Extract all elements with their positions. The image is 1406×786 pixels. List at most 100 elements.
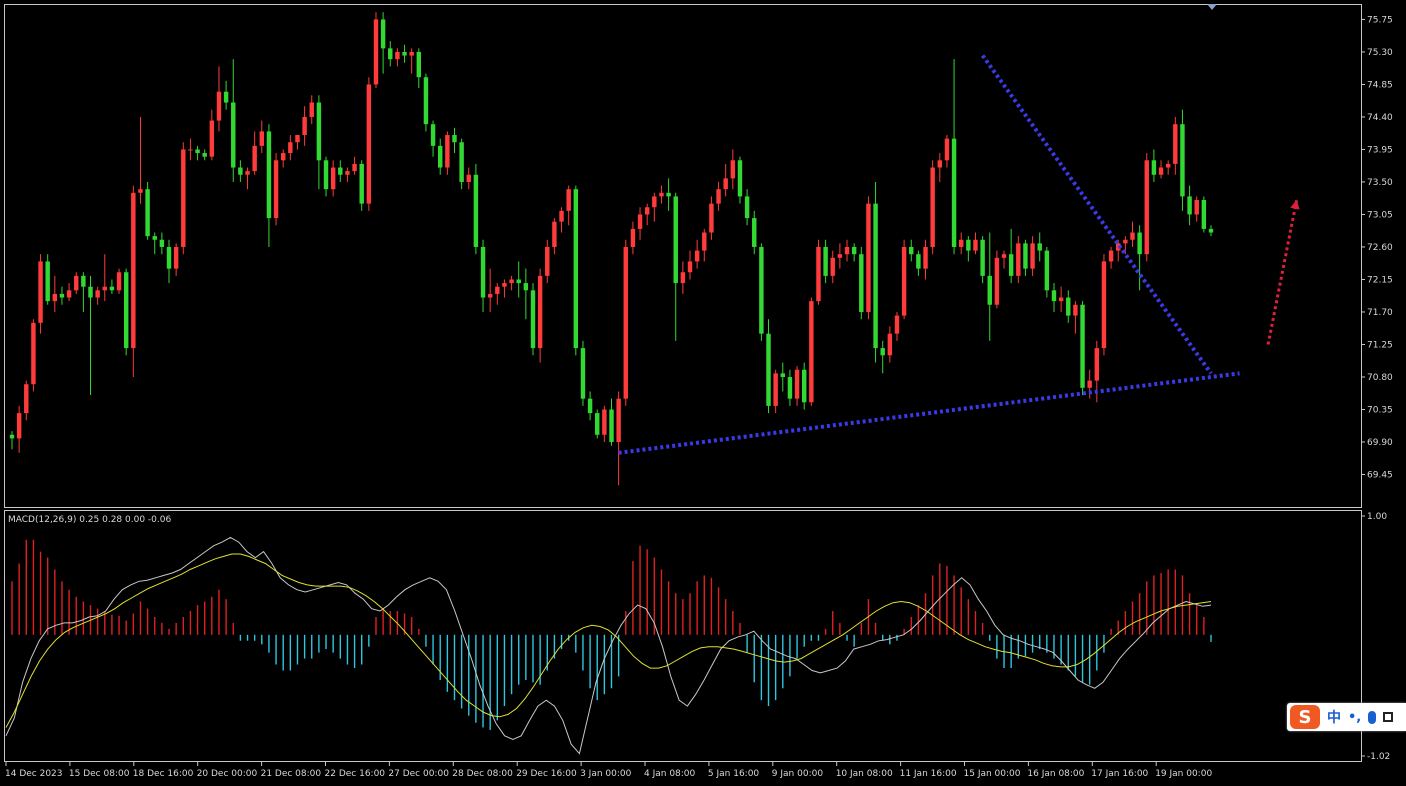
candle-body	[766, 333, 771, 406]
price-panel-frame	[4, 4, 1362, 508]
candle-body	[423, 77, 429, 125]
candle-body	[1108, 250, 1114, 262]
price-axis-label: 71.25	[1367, 340, 1393, 350]
support-trendline[interactable]	[618, 371, 1240, 455]
candle-body	[345, 171, 350, 175]
candle-body	[973, 239, 978, 251]
candle-body	[1208, 228, 1214, 233]
candle-body	[81, 275, 86, 287]
chart-canvas[interactable]: 75.75 75.30 74.85 74.40 73.95 73.50 73.05 72.60…	[0, 0, 1406, 786]
candle-body	[709, 203, 714, 233]
candle-body	[430, 124, 436, 146]
candle-body	[901, 246, 907, 316]
candle-body	[1130, 232, 1135, 240]
candle-body	[566, 189, 571, 211]
ime-punctuation-toggle[interactable]: •,	[1348, 710, 1361, 725]
ime-toolbar[interactable]: S 中 •,	[1287, 703, 1406, 731]
time-axis-label: 16 Jan 08:00	[1027, 769, 1084, 779]
candle-body	[801, 369, 807, 403]
time-axis-label: 17 Jan 16:00	[1091, 769, 1148, 779]
candle-body	[744, 196, 750, 219]
candle-body	[587, 398, 593, 414]
macd-axis-label: -1.02	[1367, 752, 1390, 762]
projection-arrow-line[interactable]	[1266, 199, 1299, 345]
candle-body	[552, 221, 557, 247]
candle-body	[1037, 243, 1042, 251]
candle-body	[1008, 254, 1014, 276]
price-candles-layer	[9, 12, 1214, 486]
time-axis-label: 9 Jan 00:00	[772, 769, 824, 779]
candle-body	[687, 261, 693, 273]
candle-body	[602, 409, 607, 435]
price-axis-label: 72.15	[1367, 275, 1393, 285]
candle-body	[438, 145, 443, 168]
candle-body	[1201, 200, 1207, 229]
price-axis: 75.75 75.30 74.85 74.40 73.95 73.50 73.05 72.60…	[1361, 15, 1393, 480]
macd-signal-line	[5, 553, 1212, 728]
candle-body	[851, 246, 857, 255]
candle-body	[309, 102, 314, 117]
candle-body	[659, 192, 664, 197]
keyboard-grid-icon[interactable]	[1383, 712, 1394, 722]
candle-body	[302, 116, 307, 136]
price-axis-label: 73.05	[1367, 210, 1393, 220]
candle-body	[559, 210, 564, 222]
candle-body	[1001, 254, 1007, 258]
candle-body	[152, 236, 157, 240]
time-axis-label: 15 Jan 00:00	[964, 769, 1021, 779]
time-axis-label: 3 Jan 00:00	[580, 769, 632, 779]
ime-logo-icon[interactable]: S	[1290, 705, 1320, 729]
candle-body	[373, 19, 379, 85]
candle-body	[958, 239, 964, 247]
candle-body	[238, 167, 243, 175]
resistance-trendline[interactable]	[980, 54, 1213, 375]
price-axis-label: 69.90	[1367, 438, 1393, 448]
candle-body	[323, 160, 329, 190]
time-axis-label: 10 Jan 08:00	[836, 769, 893, 779]
candle-body	[416, 51, 422, 78]
price-axis-label: 73.95	[1367, 145, 1393, 155]
candle-body	[887, 333, 893, 356]
candle-body	[452, 135, 457, 143]
trendline-drawings-layer[interactable]	[618, 54, 1300, 455]
indicator-panel-frame	[4, 510, 1362, 762]
candle-body	[1194, 200, 1199, 215]
candle-body	[680, 272, 686, 284]
time-axis-label: 29 Dec 16:00	[516, 769, 577, 779]
candle-body	[545, 246, 550, 276]
candle-body	[737, 160, 743, 197]
candle-body	[38, 261, 43, 323]
candle-body	[809, 301, 814, 403]
candle-body	[580, 348, 586, 399]
candle-body	[352, 163, 357, 172]
candle-body	[816, 246, 821, 302]
time-axis-label: 5 Jan 16:00	[708, 769, 760, 779]
candle-body	[273, 160, 279, 219]
time-axis-label: 20 Dec 00:00	[197, 769, 258, 779]
candle-body	[195, 149, 200, 154]
candle-body	[1058, 297, 1064, 302]
candle-body	[880, 348, 885, 356]
shift-marker-icon[interactable]	[1207, 4, 1217, 10]
candle-body	[338, 167, 343, 175]
candle-body	[930, 167, 935, 247]
candle-body	[1051, 290, 1057, 302]
time-axis-label: 11 Jan 16:00	[900, 769, 957, 779]
candle-body	[616, 398, 621, 442]
candle-body	[288, 142, 293, 154]
candle-body	[595, 413, 600, 435]
candle-body	[209, 120, 215, 157]
time-axis: 14 Dec 2023 15 Dec 08:00 18 Dec 16:00 20 De…	[5, 762, 1212, 779]
candle-body	[537, 275, 543, 349]
microphone-icon[interactable]	[1368, 710, 1377, 724]
candle-body	[459, 142, 464, 182]
price-axis-label: 70.35	[1367, 405, 1393, 415]
candle-body	[1066, 297, 1071, 316]
candle-body	[102, 286, 107, 291]
candle-body	[830, 257, 835, 276]
price-axis-label: 69.45	[1367, 470, 1393, 480]
price-axis-label: 70.80	[1367, 373, 1393, 383]
candle-body	[759, 246, 764, 334]
ime-language-toggle[interactable]: 中	[1327, 707, 1341, 727]
time-axis-label: 28 Dec 08:00	[452, 769, 513, 779]
